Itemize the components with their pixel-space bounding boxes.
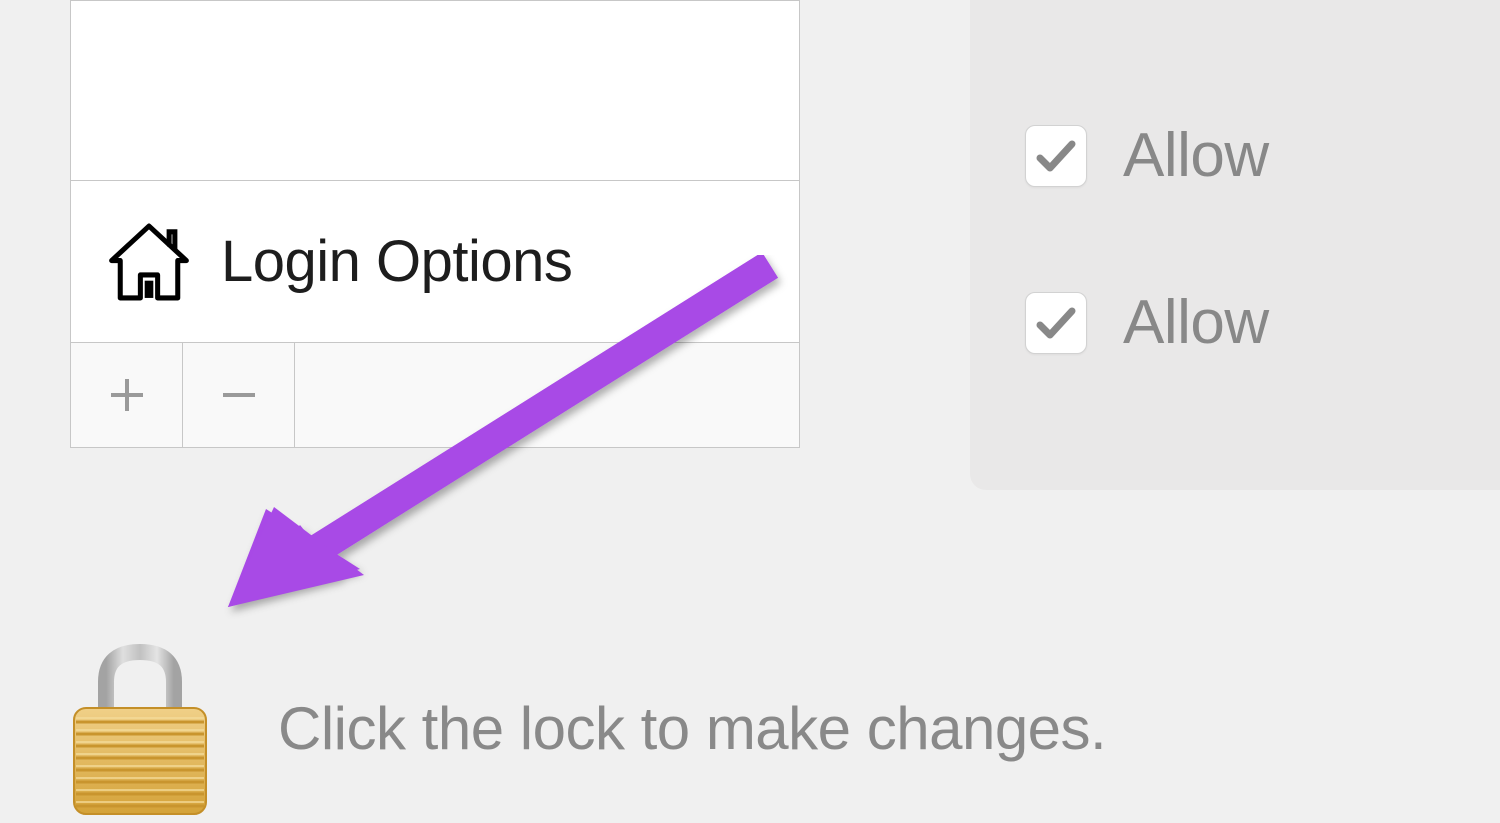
user-action-toolbar — [71, 343, 799, 447]
allow-label-1: Allow — [1123, 120, 1269, 191]
allow-option-1: Allow — [970, 120, 1500, 191]
check-icon — [1032, 299, 1080, 347]
lock-icon — [66, 638, 214, 818]
allow-label-2: Allow — [1123, 287, 1269, 358]
plus-icon — [105, 373, 149, 417]
user-list-area — [71, 1, 799, 181]
remove-user-button[interactable] — [183, 343, 295, 447]
login-options-label: Login Options — [221, 228, 572, 295]
toolbar-spacer — [295, 343, 799, 447]
lock-row: Click the lock to make changes. — [66, 638, 1106, 818]
allow-option-2: Allow — [970, 287, 1500, 358]
allow-checkbox-1[interactable] — [1025, 125, 1087, 187]
house-icon — [103, 219, 195, 305]
lock-hint-text: Click the lock to make changes. — [278, 694, 1106, 763]
options-panel: Allow Allow — [970, 0, 1500, 490]
allow-checkbox-2[interactable] — [1025, 292, 1087, 354]
login-options-item[interactable]: Login Options — [71, 181, 799, 343]
sidebar-panel: Login Options — [70, 0, 800, 448]
add-user-button[interactable] — [71, 343, 183, 447]
minus-icon — [217, 373, 261, 417]
check-icon — [1032, 132, 1080, 180]
lock-button[interactable] — [66, 638, 214, 818]
